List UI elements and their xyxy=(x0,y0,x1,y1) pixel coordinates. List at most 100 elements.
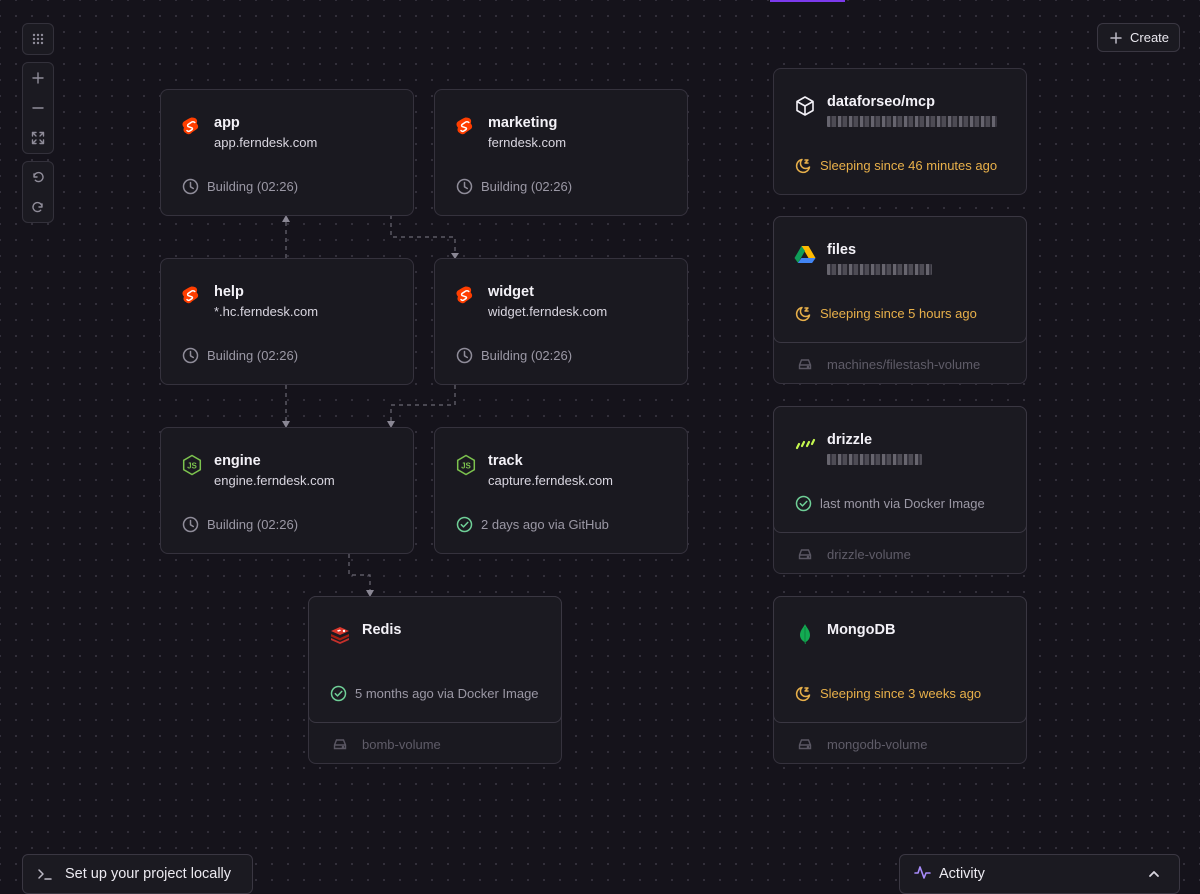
nodejs-icon: JS xyxy=(181,454,203,476)
volume-row[interactable]: mongodb-volume xyxy=(774,724,1026,764)
moon-sleep-icon xyxy=(795,158,811,174)
grid-dots-icon xyxy=(32,33,44,45)
status-text: Building (02:26) xyxy=(207,348,299,363)
moon-sleep-icon xyxy=(795,306,811,322)
redacted-domain xyxy=(827,116,997,127)
service-status: Building (02:26) xyxy=(456,347,572,364)
service-card-track[interactable]: JS track capture.ferndesk.com 2 days ago… xyxy=(434,427,688,554)
service-card-body xyxy=(308,596,562,723)
status-text: Sleeping since 46 minutes ago xyxy=(820,158,998,173)
service-name: files xyxy=(827,242,857,258)
zoom-in-button[interactable] xyxy=(23,63,53,93)
setup-label: Set up your project locally xyxy=(65,866,232,882)
service-domain: engine.ferndesk.com xyxy=(214,473,335,488)
service-card-body xyxy=(773,596,1027,723)
status-text: Sleeping since 3 weeks ago xyxy=(820,686,982,701)
status-text: 2 days ago via GitHub xyxy=(481,517,609,532)
volume-row[interactable]: bomb-volume xyxy=(309,724,561,764)
zoom-controls xyxy=(22,62,54,154)
status-text: Building (02:26) xyxy=(207,517,299,532)
check-circle-icon xyxy=(795,495,812,512)
volume-name: mongodb-volume xyxy=(827,736,928,752)
service-card-body xyxy=(773,406,1027,533)
volume-name: machines/filestash-volume xyxy=(827,356,981,372)
redo-icon xyxy=(32,201,43,213)
setup-locally-button[interactable]: Set up your project locally xyxy=(22,854,253,894)
moon-sleep-icon xyxy=(795,686,811,702)
drizzle-icon xyxy=(794,433,816,455)
svg-text:JS: JS xyxy=(187,462,197,471)
service-name: widget xyxy=(488,284,534,300)
service-domain: *.hc.ferndesk.com xyxy=(214,304,319,319)
service-status: Building (02:26) xyxy=(182,178,298,195)
service-card-engine[interactable]: JS engine engine.ferndesk.com Building (… xyxy=(160,427,414,554)
svelte-icon xyxy=(181,116,203,138)
package-icon xyxy=(794,95,816,117)
undo-button[interactable] xyxy=(23,162,53,192)
service-name: help xyxy=(214,284,244,300)
hard-drive-icon xyxy=(798,549,812,560)
service-card-marketing[interactable]: marketing ferndesk.com Building (02:26) xyxy=(434,89,688,216)
plus-icon xyxy=(32,72,44,84)
service-status: Sleeping since 5 hours ago xyxy=(795,305,977,322)
service-domain: capture.ferndesk.com xyxy=(488,473,614,488)
service-card-app[interactable]: app app.ferndesk.com Building (02:26) xyxy=(160,89,414,216)
terminal-icon xyxy=(38,869,52,880)
undo-icon xyxy=(33,171,44,183)
check-circle-icon xyxy=(330,685,347,702)
service-status: Building (02:26) xyxy=(182,516,298,533)
volume-name: bomb-volume xyxy=(362,736,441,752)
status-text: last month via Docker Image xyxy=(820,496,985,511)
mongodb-icon xyxy=(794,623,816,645)
service-name: engine xyxy=(214,453,261,469)
activity-pulse-icon xyxy=(914,864,931,885)
service-name: dataforseo/mcp xyxy=(827,94,935,110)
status-text: Building (02:26) xyxy=(481,348,573,363)
service-card-help[interactable]: help *.hc.ferndesk.com Building (02:26) xyxy=(160,258,414,385)
svg-text:JS: JS xyxy=(461,462,471,471)
service-status: last month via Docker Image xyxy=(795,495,985,512)
redacted-domain xyxy=(827,264,932,275)
clock-icon xyxy=(182,516,199,533)
volume-name: drizzle-volume xyxy=(827,546,911,562)
service-name: Redis xyxy=(362,622,402,638)
grid-menu-button[interactable] xyxy=(23,24,53,54)
volume-row[interactable]: machines/filestash-volume xyxy=(774,344,1026,384)
service-status: Sleeping since 46 minutes ago xyxy=(795,157,997,174)
service-card-widget[interactable]: widget widget.ferndesk.com Building (02:… xyxy=(434,258,688,385)
service-name: track xyxy=(488,453,523,469)
service-name: drizzle xyxy=(827,432,873,448)
fit-view-button[interactable] xyxy=(23,123,53,153)
zoom-out-button[interactable] xyxy=(23,93,53,123)
create-label: Create xyxy=(1130,30,1170,45)
volume-row[interactable]: drizzle-volume xyxy=(774,534,1026,574)
service-name: app xyxy=(214,115,240,131)
service-card-redis[interactable]: Redis 5 months ago via Docker Image bomb… xyxy=(308,596,562,764)
activity-label: Activity xyxy=(939,866,985,882)
service-card-drizzle[interactable]: drizzle last month via Docker Image driz… xyxy=(773,406,1027,574)
progress-indicator xyxy=(770,0,845,2)
status-text: Building (02:26) xyxy=(481,179,573,194)
clock-icon xyxy=(456,178,473,195)
chevron-up-icon xyxy=(1147,867,1161,885)
service-status: Building (02:26) xyxy=(456,178,572,195)
service-card-mongodb[interactable]: MongoDB Sleeping since 3 weeks ago mongo… xyxy=(773,596,1027,764)
check-circle-icon xyxy=(456,516,473,533)
service-card-files[interactable]: files Sleeping since 5 hours ago machine… xyxy=(773,216,1027,384)
create-button[interactable]: Create xyxy=(1097,23,1180,52)
redo-button[interactable] xyxy=(23,192,53,222)
redacted-domain xyxy=(827,454,922,465)
svelte-icon xyxy=(181,285,203,307)
fit-view-icon xyxy=(31,131,45,145)
minus-icon xyxy=(32,107,44,109)
service-domain: ferndesk.com xyxy=(488,135,567,150)
plus-icon xyxy=(1110,31,1122,44)
activity-panel-toggle[interactable]: Activity xyxy=(899,854,1180,894)
service-status: Sleeping since 3 weeks ago xyxy=(795,685,981,702)
service-domain: widget.ferndesk.com xyxy=(488,304,608,319)
history-controls xyxy=(22,161,54,223)
service-card-dataforseo[interactable]: dataforseo/mcp Sleeping since 46 minutes… xyxy=(773,68,1027,195)
hard-drive-icon xyxy=(798,739,812,750)
hard-drive-icon xyxy=(798,359,812,370)
service-status: 2 days ago via GitHub xyxy=(456,516,609,533)
